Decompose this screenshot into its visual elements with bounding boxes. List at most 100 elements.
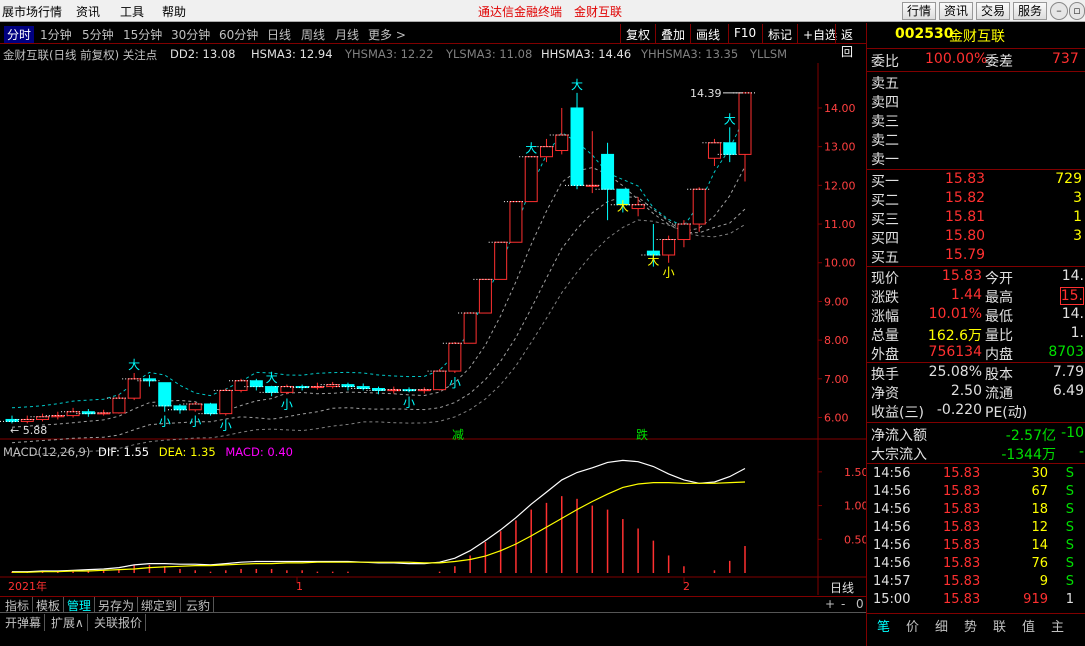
quote-tab[interactable]: 价 <box>906 616 919 635</box>
menu-market[interactable]: 展市场行情 <box>2 3 62 20</box>
quote-tab[interactable]: 笔 <box>877 616 890 635</box>
period-30min[interactable]: 30分钟 <box>171 26 210 43</box>
xiao-marker: 小 <box>159 415 171 429</box>
zoom-in-icon[interactable]: + <box>822 597 838 611</box>
chart-area[interactable]: 14.00 13.00 12.00 11.00 10.00 9.00 8.00 7.00 6.0… <box>0 63 866 595</box>
buy-row[interactable]: 买五 15.79 <box>867 247 1085 266</box>
candle-body[interactable] <box>478 278 492 314</box>
flow-value-2: -10 <box>1061 425 1084 441</box>
candle-body[interactable] <box>433 370 447 391</box>
period-15min[interactable]: 15分钟 <box>123 26 162 43</box>
stat-value-2: 1. <box>1070 325 1084 341</box>
f10-button[interactable]: F10 <box>728 24 761 43</box>
period-5min[interactable]: 5分钟 <box>82 26 114 43</box>
weicha-label: 委差 <box>985 54 1013 70</box>
xiao-marker: 小 <box>281 397 293 411</box>
candle-body[interactable] <box>539 146 553 158</box>
overlay-button[interactable]: 叠加 <box>655 24 690 43</box>
tick-price: 15.83 <box>943 574 981 589</box>
menu-help[interactable]: 帮助 <box>162 3 186 20</box>
minimize-icon[interactable]: – <box>1050 2 1068 20</box>
stat-value: 1.44 <box>950 287 982 303</box>
stat2-value-2: 7.79 <box>1052 364 1084 380</box>
candle-body[interactable] <box>677 223 691 241</box>
sell-row: 卖四 <box>867 92 1085 111</box>
menu-news[interactable]: 资讯 <box>76 3 100 20</box>
candle-body[interactable] <box>707 142 721 159</box>
quotes-button[interactable]: 行情 <box>902 2 937 20</box>
candle-body[interactable] <box>570 107 584 186</box>
buy-price: 15.82 <box>945 190 986 206</box>
news-button[interactable]: 资讯 <box>939 2 974 20</box>
adjust-button[interactable]: 复权 <box>620 24 655 43</box>
danmu-toggle[interactable]: 开弹幕 <box>2 614 46 631</box>
trade-button[interactable]: 交易 <box>976 2 1011 20</box>
candle-body[interactable] <box>127 378 141 399</box>
service-button[interactable]: 服务 <box>1013 2 1048 20</box>
stat2-value-2: 6.49 <box>1052 383 1084 399</box>
tick-side: S <box>1065 556 1074 571</box>
candle-body[interactable] <box>601 153 615 190</box>
period-60min[interactable]: 60分钟 <box>219 26 258 43</box>
period-month[interactable]: 月线 <box>335 26 359 43</box>
xiao-marker: 小 <box>220 419 232 433</box>
weibi-value: 100.00% <box>925 51 988 67</box>
quote-tab[interactable]: 值 <box>1022 616 1035 635</box>
candle-body[interactable] <box>738 92 752 155</box>
period-fenshi[interactable]: 分时 <box>4 26 35 43</box>
zoom-out-icon[interactable]: - <box>838 597 848 611</box>
stat-value: 10.01% <box>928 306 982 322</box>
candle-body[interactable] <box>509 201 523 243</box>
quote-tab[interactable]: 联 <box>993 616 1006 635</box>
menu-tools[interactable]: 工具 <box>120 3 144 20</box>
candle-body[interactable] <box>219 389 233 415</box>
candle-body[interactable] <box>692 188 706 225</box>
candle-body[interactable] <box>204 403 218 415</box>
period-more[interactable]: 更多 > <box>368 26 406 43</box>
stat-value-2: 15. <box>1059 287 1084 305</box>
period-week[interactable]: 周线 <box>301 26 325 43</box>
related-quotes[interactable]: 关联报价 <box>91 614 147 631</box>
candle-body[interactable] <box>494 241 508 280</box>
sell-label: 卖二 <box>871 133 899 149</box>
quote-tab[interactable]: 细 <box>935 616 948 635</box>
zoom-reset-icon[interactable]: 0 <box>853 597 867 611</box>
ylsma3-value: YLSMA3: 11.08 <box>446 47 533 61</box>
expand-toggle[interactable]: 扩展∧ <box>48 614 88 631</box>
buy-label: 买三 <box>871 212 899 228</box>
candle-body[interactable] <box>158 382 172 407</box>
yhhsma3-value: YHHSMA3: 13.35 <box>641 47 739 61</box>
period-1min[interactable]: 1分钟 <box>40 26 72 43</box>
period-day[interactable]: 日线 <box>267 26 291 43</box>
candle-body[interactable] <box>463 312 477 344</box>
kline-chart[interactable]: 14.0013.0012.0011.0010.009.008.007.006.0… <box>0 63 866 595</box>
candle-body[interactable] <box>631 204 645 210</box>
candle-body[interactable] <box>662 239 676 256</box>
candle-body[interactable] <box>234 380 248 391</box>
indicator-title[interactable]: 金财互联(日线 前复权) 关注点 <box>3 47 157 63</box>
buy-row[interactable]: 买二 15.82 3 <box>867 190 1085 209</box>
candle-body[interactable] <box>448 342 462 372</box>
tick-side: S <box>1065 574 1074 589</box>
buy-row[interactable]: 买四 15.80 3 <box>867 228 1085 247</box>
candle-body[interactable] <box>723 142 737 155</box>
flow-value-2: - <box>1078 444 1084 460</box>
tick-time: 14:56 <box>873 502 911 517</box>
price-tick-label: 12.00 <box>824 179 856 192</box>
candle-body[interactable] <box>249 380 263 388</box>
back-button[interactable]: 返回 <box>835 24 866 59</box>
candle-body[interactable] <box>265 386 279 393</box>
draw-button[interactable]: 画线 <box>690 24 725 43</box>
buy-row[interactable]: 买一 15.83 729 <box>867 171 1085 190</box>
candle-body[interactable] <box>112 397 126 414</box>
buy-row[interactable]: 买三 15.81 1 <box>867 209 1085 228</box>
candle-body[interactable] <box>524 156 538 203</box>
mark-button[interactable]: 标记 <box>762 24 797 43</box>
candle-body[interactable] <box>188 403 202 411</box>
quote-tab[interactable]: 势 <box>964 616 977 635</box>
candle-body[interactable] <box>555 134 569 152</box>
quote-tab[interactable]: 主 <box>1051 616 1064 635</box>
macd-tick-label: 1.00 <box>844 500 866 513</box>
maximize-icon[interactable]: ▫ <box>1069 2 1085 20</box>
candle-body[interactable] <box>173 405 187 411</box>
